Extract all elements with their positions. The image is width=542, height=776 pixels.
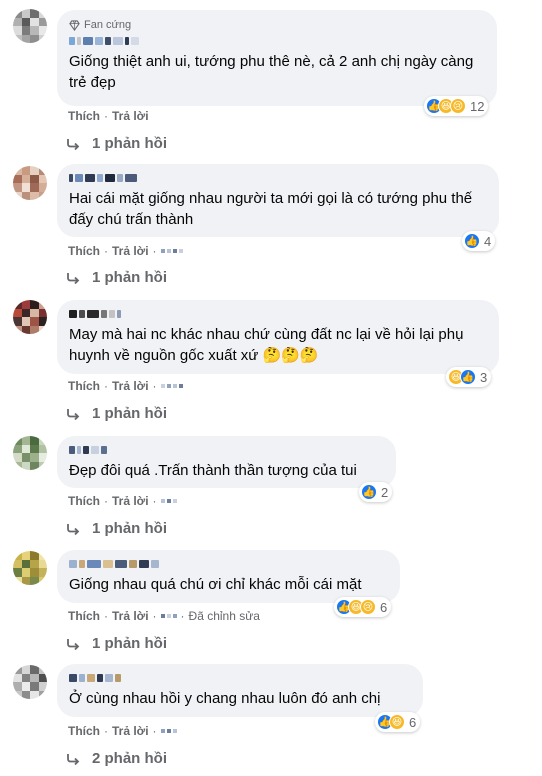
comment-text: Hai cái mặt giống nhau người ta mới gọi …	[69, 190, 473, 228]
comment-bubble: Fan cứng Giống thiệt anh ui, tướng phu t…	[57, 10, 497, 106]
reaction-summary[interactable]: 😆 👍 3	[446, 367, 492, 387]
author-name[interactable]	[69, 444, 384, 456]
view-replies[interactable]: 1 phản hồi	[66, 635, 167, 652]
author-name[interactable]	[69, 172, 487, 184]
diamond-icon	[69, 19, 80, 31]
sad-icon: 😢	[360, 599, 376, 615]
reply-arrow-icon	[67, 138, 80, 150]
comment-actions: Thích · Trả lời ·	[68, 379, 183, 393]
like-link[interactable]: Thích	[68, 609, 100, 623]
comment-bubble: Ở cùng nhau hồi y chang nhau luôn đó anh…	[57, 664, 423, 717]
timestamp[interactable]	[160, 249, 183, 253]
reaction-count: 12	[470, 98, 485, 114]
timestamp[interactable]	[160, 384, 183, 388]
view-replies[interactable]: 1 phản hồi	[66, 405, 167, 422]
comment-text: Giống thiệt anh ui, tướng phu thê nè, cả…	[69, 53, 474, 91]
reply-link[interactable]: Trả lời	[112, 109, 149, 123]
avatar[interactable]	[13, 9, 47, 43]
reaction-count: 3	[480, 369, 488, 385]
reply-arrow-icon	[67, 753, 80, 765]
reply-link[interactable]: Trả lời	[112, 244, 149, 258]
reaction-count: 6	[409, 714, 417, 730]
comment-text: Ở cùng nhau hồi y chang nhau luôn đó anh…	[69, 690, 381, 707]
like-icon: 👍	[361, 484, 377, 500]
comment-bubble: Giống nhau quá chú ơi chỉ khác mỗi cái m…	[57, 550, 400, 603]
like-link[interactable]: Thích	[68, 109, 100, 123]
sad-icon: 😢	[450, 98, 466, 114]
reaction-summary[interactable]: 👍 😆 😢 6	[334, 597, 392, 617]
haha-icon: 😆	[389, 714, 405, 730]
view-replies[interactable]: 2 phản hồi	[66, 750, 167, 767]
fan-badge-label: Fan cứng	[84, 19, 132, 31]
like-icon: 👍	[464, 233, 480, 249]
edited-label: Đã chỉnh sửa	[188, 609, 260, 623]
author-name[interactable]	[69, 672, 411, 684]
like-link[interactable]: Thích	[68, 244, 100, 258]
view-replies[interactable]: 1 phản hồi	[66, 269, 167, 286]
reaction-summary[interactable]: 👍 😆 😢 12	[424, 96, 489, 116]
avatar[interactable]	[13, 166, 47, 200]
reply-arrow-icon	[67, 638, 80, 650]
reply-link[interactable]: Trả lời	[112, 724, 149, 738]
comment-text: May mà hai nc khác nhau chứ cùng đất nc …	[69, 326, 464, 364]
comment-actions: Thích · Trả lời	[68, 109, 149, 123]
view-replies[interactable]: 1 phản hồi	[66, 520, 167, 537]
timestamp[interactable]	[160, 499, 177, 503]
replies-count: 2 phản hồi	[92, 750, 167, 767]
author-name[interactable]	[69, 558, 388, 570]
replies-count: 1 phản hồi	[92, 635, 167, 652]
comment-bubble: May mà hai nc khác nhau chứ cùng đất nc …	[57, 300, 499, 374]
reply-arrow-icon	[67, 408, 80, 420]
comment-actions: Thích · Trả lời ·	[68, 494, 177, 508]
reaction-summary[interactable]: 👍 😆 6	[375, 712, 421, 732]
timestamp[interactable]	[160, 729, 177, 733]
like-icon: 👍	[460, 369, 476, 385]
reply-arrow-icon	[67, 272, 80, 284]
comment-bubble: Đẹp đôi quá .Trấn thành thần tượng của t…	[57, 436, 396, 488]
like-link[interactable]: Thích	[68, 724, 100, 738]
fan-badge: Fan cứng	[69, 18, 485, 32]
reply-link[interactable]: Trả lời	[112, 379, 149, 393]
replies-count: 1 phản hồi	[92, 405, 167, 422]
view-replies[interactable]: 1 phản hồi	[66, 135, 167, 152]
reaction-count: 2	[381, 484, 389, 500]
comment-actions: Thích · Trả lời · · Đã chỉnh sửa	[68, 609, 260, 623]
avatar[interactable]	[13, 551, 47, 585]
reply-link[interactable]: Trả lời	[112, 609, 149, 623]
comment-actions: Thích · Trả lời ·	[68, 724, 177, 738]
comment-bubble: Hai cái mặt giống nhau người ta mới gọi …	[57, 164, 499, 237]
like-link[interactable]: Thích	[68, 494, 100, 508]
author-name[interactable]	[69, 35, 485, 47]
avatar[interactable]	[13, 436, 47, 470]
reaction-count: 4	[484, 233, 492, 249]
like-link[interactable]: Thích	[68, 379, 100, 393]
author-name[interactable]	[69, 308, 487, 320]
timestamp[interactable]	[160, 614, 177, 618]
comment-actions: Thích · Trả lời ·	[68, 244, 183, 258]
replies-count: 1 phản hồi	[92, 269, 167, 286]
reply-arrow-icon	[67, 523, 80, 535]
reply-link[interactable]: Trả lời	[112, 494, 149, 508]
reaction-count: 6	[380, 599, 388, 615]
replies-count: 1 phản hồi	[92, 520, 167, 537]
avatar[interactable]	[13, 665, 47, 699]
comment-text: Giống nhau quá chú ơi chỉ khác mỗi cái m…	[69, 576, 362, 593]
replies-count: 1 phản hồi	[92, 135, 167, 152]
reaction-summary[interactable]: 👍 2	[359, 482, 393, 502]
reaction-summary[interactable]: 👍 4	[462, 231, 496, 251]
avatar[interactable]	[13, 300, 47, 334]
comment-text: Đẹp đôi quá .Trấn thành thần tượng của t…	[69, 462, 357, 479]
